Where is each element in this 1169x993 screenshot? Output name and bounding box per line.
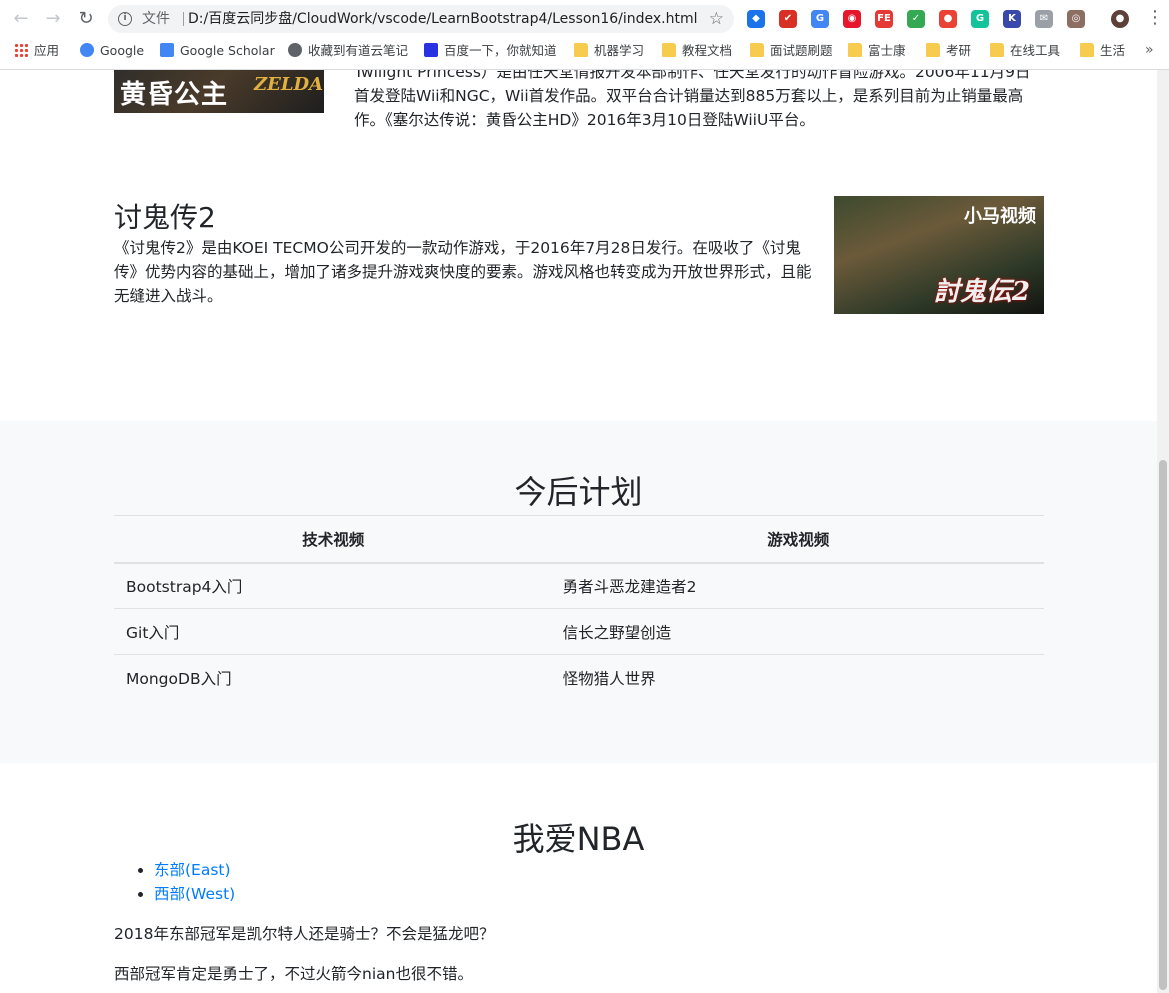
extension-shield-icon[interactable]: ✓	[907, 10, 925, 28]
back-arrow-icon[interactable]: ←	[10, 8, 32, 30]
bookmark-star-icon[interactable]: ☆	[709, 5, 724, 33]
onimusha-image: 小马视频 討鬼伝2	[834, 196, 1044, 314]
table-row: Bootstrap4入门 勇者斗恶龙建造者2	[114, 562, 1044, 609]
folder-icon	[926, 43, 940, 57]
bookmark-item[interactable]: Google	[80, 42, 144, 60]
zelda-image-caption: 黄昏公主	[120, 80, 229, 110]
extension-blue-icon[interactable]: ◆	[747, 10, 765, 28]
plan-title: 今后计划	[514, 473, 643, 511]
bookmark-item[interactable]: 百度一下，你就知道	[424, 42, 557, 60]
apps-grid-icon	[14, 43, 28, 57]
baidu-paw-icon	[424, 43, 438, 57]
bookmark-item[interactable]: 考研	[926, 42, 971, 60]
folder-icon	[750, 43, 764, 57]
bookmark-label: 考研	[946, 43, 972, 58]
table-header-row: 技术视频 游戏视频	[114, 515, 1044, 564]
list-item: 西部(West)	[154, 882, 235, 906]
extension-red-check-icon[interactable]: ✔	[779, 10, 797, 28]
folder-icon	[662, 43, 676, 57]
extension-fe-icon[interactable]: FE	[875, 10, 893, 28]
folder-icon	[990, 43, 1004, 57]
table-row: MongoDB入门 怪物猎人世界	[114, 655, 1044, 701]
extension-owl-icon[interactable]: ◎	[1067, 10, 1085, 28]
table-cell: Git入门	[114, 608, 553, 655]
table-cell: 信长之野望创造	[552, 608, 1044, 655]
bookmark-label: 生活	[1100, 43, 1126, 58]
table-cell: 勇者斗恶龙建造者2	[552, 562, 1044, 609]
bookmark-item[interactable]: 富士康	[848, 42, 906, 60]
browser-toolbar: ← → ↻ i 文件 D:/百度云同步盘/CloudWork/vscode/Le…	[0, 0, 1169, 38]
nba-link-list: 东部(East) 西部(West)	[154, 858, 235, 906]
browser-chrome: ← → ↻ i 文件 D:/百度云同步盘/CloudWork/vscode/Le…	[0, 0, 1169, 70]
east-link[interactable]: 东部(East)	[154, 861, 231, 879]
bookmark-label: Google Scholar	[180, 43, 275, 58]
omnibox-divider	[183, 12, 184, 26]
bookmark-item[interactable]: 应用	[14, 42, 59, 60]
folder-icon	[848, 43, 862, 57]
scrollbar-thumb[interactable]	[1159, 460, 1167, 990]
table-cell: Bootstrap4入门	[114, 562, 553, 609]
google-icon	[80, 43, 94, 57]
plan-table: 技术视频 游戏视频 Bootstrap4入门 勇者斗恶龙建造者2 Git入门 信…	[114, 515, 1044, 701]
extension-weibo-icon[interactable]: ◉	[843, 10, 861, 28]
extension-grammarly-icon[interactable]: G	[971, 10, 989, 28]
zelda-description: Twilight Princess）是由任天堂情报开发本部制作、任天堂发行的动作…	[354, 70, 1031, 129]
onimusha-logo: 討鬼伝2	[933, 277, 1030, 307]
bookmark-label: 应用	[34, 43, 60, 58]
bookmark-item[interactable]: 在线工具	[990, 42, 1060, 60]
nba-paragraph-west: 西部冠军肯定是勇士了，不过火箭今nian也很不错。	[114, 965, 473, 983]
onimusha-title: 讨鬼传2	[114, 201, 216, 234]
bookmark-label: 收藏到有道云笔记	[308, 43, 409, 58]
bookmark-item[interactable]: 机器学习	[574, 42, 644, 60]
page-scrollbar[interactable]	[1157, 70, 1169, 993]
table-header-tech: 技术视频	[114, 515, 553, 564]
browser-menu-icon[interactable]: ⋮	[1146, 6, 1164, 30]
bookmark-item[interactable]: 收藏到有道云笔记	[288, 42, 408, 60]
extension-map-pin-icon[interactable]: ●	[939, 10, 957, 28]
folder-icon	[574, 43, 588, 57]
profile-avatar-icon[interactable]: ●	[1111, 10, 1129, 28]
plan-section: 今后计划 技术视频 游戏视频 Bootstrap4入门 勇者斗恶龙建造者2 Gi…	[0, 421, 1157, 763]
nba-paragraph-east: 2018年东部冠军是凯尔特人还是骑士？不会是猛龙吧？	[114, 925, 495, 943]
google-scholar-icon	[160, 43, 174, 57]
bookmark-item[interactable]: 教程文档	[662, 42, 732, 60]
bookmark-label: 百度一下，你就知道	[444, 43, 557, 58]
more-bookmarks-icon[interactable]: »	[1145, 42, 1154, 58]
extension-mail-icon[interactable]: ✉	[1035, 10, 1053, 28]
bookmark-label: 教程文档	[682, 43, 733, 58]
bookmark-label: 富士康	[868, 43, 906, 58]
table-cell: MongoDB入门	[126, 669, 232, 688]
bookmark-label: 机器学习	[594, 43, 645, 58]
bookmark-label: 在线工具	[1010, 43, 1061, 58]
folder-icon	[1080, 43, 1094, 57]
zelda-logo: ZELDA	[254, 74, 324, 95]
info-icon[interactable]: i	[118, 12, 132, 26]
list-item: 东部(East)	[154, 858, 235, 882]
table-cell: 怪物猎人世界	[562, 669, 656, 688]
extension-translate-icon[interactable]: G	[811, 10, 829, 28]
reload-icon[interactable]: ↻	[75, 8, 97, 30]
scheme-label: 文件	[142, 11, 170, 27]
forward-arrow-icon[interactable]: →	[42, 8, 64, 30]
zelda-image: 黄昏公主 ZELDA	[114, 70, 324, 113]
bookmarks-bar: 应用 Google Google Scholar 收藏到有道云笔记 百度一下，你就知道 机…	[0, 38, 1169, 64]
west-link[interactable]: 西部(West)	[154, 885, 235, 903]
bookmark-item[interactable]: 面试题刷题	[750, 42, 833, 60]
address-bar[interactable]: i 文件 D:/百度云同步盘/CloudWork/vscode/LearnBoo…	[108, 5, 734, 33]
bookmark-item[interactable]: Google Scholar	[160, 42, 275, 60]
image-watermark: 小马视频	[964, 206, 1036, 227]
globe-icon	[288, 43, 302, 57]
bookmark-label: Google	[100, 43, 145, 58]
table-header-game: 游戏视频	[552, 515, 1044, 564]
bookmark-item[interactable]: 生活	[1080, 42, 1125, 60]
onimusha-description: 《讨鬼传2》是由KOEI TECMO公司开发的一款动作游戏，于2016年7月28…	[114, 239, 812, 305]
page-viewport: 黄昏公主 ZELDA Twilight Princess）是由任天堂情报开发本部…	[0, 70, 1157, 993]
table-row: Git入门 信长之野望创造	[114, 608, 1044, 655]
bookmark-label: 面试题刷题	[770, 43, 833, 58]
url-text[interactable]: D:/百度云同步盘/CloudWork/vscode/LearnBootstra…	[188, 5, 698, 33]
extension-k-icon[interactable]: K	[1003, 10, 1021, 28]
nba-title: 我爱NBA	[512, 820, 645, 858]
